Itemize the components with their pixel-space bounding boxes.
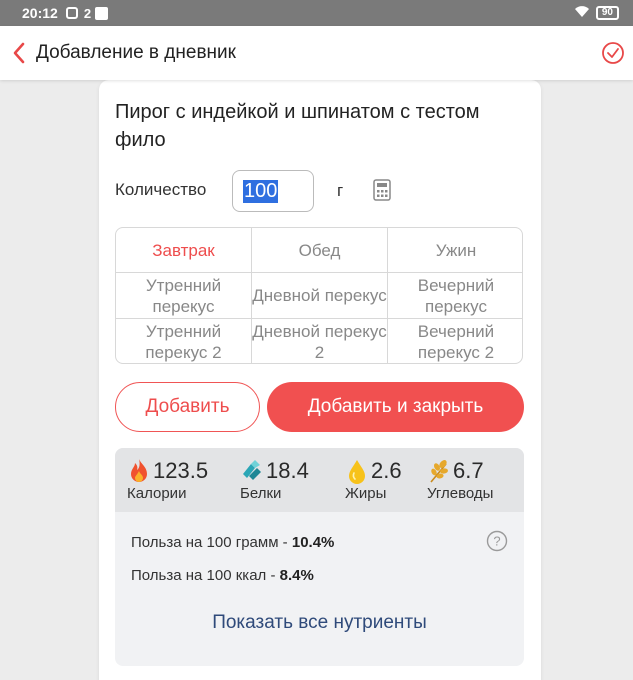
carbs-stat: 6.7 Углеводы: [427, 458, 493, 512]
calories-label: Калории: [127, 485, 187, 502]
notification-count: 2: [83, 5, 92, 21]
app-bar: Добавление в дневник: [0, 26, 633, 80]
status-time: 20:12: [22, 5, 58, 21]
quantity-input[interactable]: 100: [232, 170, 314, 212]
benefit-per-100g-label: Польза на 100 грамм -: [131, 534, 292, 551]
chevron-left-icon: [13, 42, 25, 64]
fat-label: Жиры: [345, 485, 387, 502]
wheat-icon: [430, 460, 448, 483]
drop-icon: [349, 460, 365, 484]
calculator-icon[interactable]: [373, 179, 391, 201]
carbs-label: Углеводы: [427, 485, 494, 502]
add-button[interactable]: Добавить: [115, 382, 260, 432]
fat-stat: 2.6 Жиры: [345, 458, 402, 512]
fat-value: 2.6: [371, 458, 402, 483]
page-title: Добавление в дневник: [36, 42, 236, 63]
battery-icon: 90: [595, 6, 619, 20]
meal-option-afternoon-snack[interactable]: Дневной перекус: [252, 273, 388, 319]
meal-option-breakfast[interactable]: Завтрак: [116, 228, 252, 273]
meal-option-morning-snack-2[interactable]: Утренний перекус 2: [116, 319, 252, 363]
meal-option-morning-snack[interactable]: Утренний перекус: [116, 273, 252, 319]
nutrients-panel: 123.5 Калории 18.4 Белки 2.6 Жиры 6.7 Уг…: [115, 448, 524, 666]
calories-value: 123.5: [153, 458, 209, 483]
product-title: Пирог с индейкой и шпинатом с тестом фил…: [115, 101, 480, 151]
macros-strip: 123.5 Калории 18.4 Белки 2.6 Жиры 6.7 Уг…: [115, 448, 524, 512]
meal-selector: Завтрак Обед Ужин Утренний перекус Дневн…: [115, 227, 523, 364]
meal-option-evening-snack-2[interactable]: Вечерний перекус 2: [388, 319, 522, 363]
benefit-per-100kcal-label: Польза на 100 ккал -: [131, 567, 280, 584]
quantity-unit: г: [337, 181, 344, 200]
flame-icon: [131, 459, 147, 482]
add-and-close-button[interactable]: Добавить и закрыть: [267, 382, 524, 432]
meal-option-dinner[interactable]: Ужин: [388, 228, 522, 273]
confirm-check-icon[interactable]: [599, 39, 627, 67]
benefit-per-100g-value: 10.4%: [291, 534, 335, 551]
protein-value: 18.4: [266, 458, 309, 483]
benefit-per-100g: Польза на 100 грамм - 10.4%: [131, 534, 334, 551]
benefit-per-100kcal-value: 8.4%: [279, 567, 314, 584]
meal-option-evening-snack[interactable]: Вечерний перекус: [388, 273, 522, 319]
quantity-value: 100: [243, 179, 279, 203]
wifi-icon: [574, 5, 590, 21]
quantity-label: Количество: [115, 180, 207, 199]
calories-stat: 123.5 Калории: [127, 458, 208, 512]
carbs-value: 6.7: [453, 458, 484, 483]
protein-label: Белки: [240, 485, 282, 502]
app-notification-icon: [95, 6, 109, 20]
status-bar: 20:12 2 90: [0, 0, 633, 26]
back-button[interactable]: [4, 38, 34, 68]
benefit-per-100kcal: Польза на 100 ккал - 8.4%: [131, 567, 314, 584]
meal-option-lunch[interactable]: Обед: [252, 228, 388, 273]
instagram-icon: [65, 7, 78, 19]
add-to-diary-card: Пирог с индейкой и шпинатом с тестом фил…: [99, 80, 541, 680]
protein-stat: 18.4 Белки: [240, 458, 309, 512]
show-all-nutrients-link[interactable]: Показать все нутриенты: [115, 612, 524, 634]
meal-option-afternoon-snack-2[interactable]: Дневной перекус 2: [252, 319, 388, 363]
protein-icon: [243, 460, 261, 480]
svg-text:?: ?: [493, 534, 500, 549]
help-icon[interactable]: ?: [486, 530, 508, 552]
